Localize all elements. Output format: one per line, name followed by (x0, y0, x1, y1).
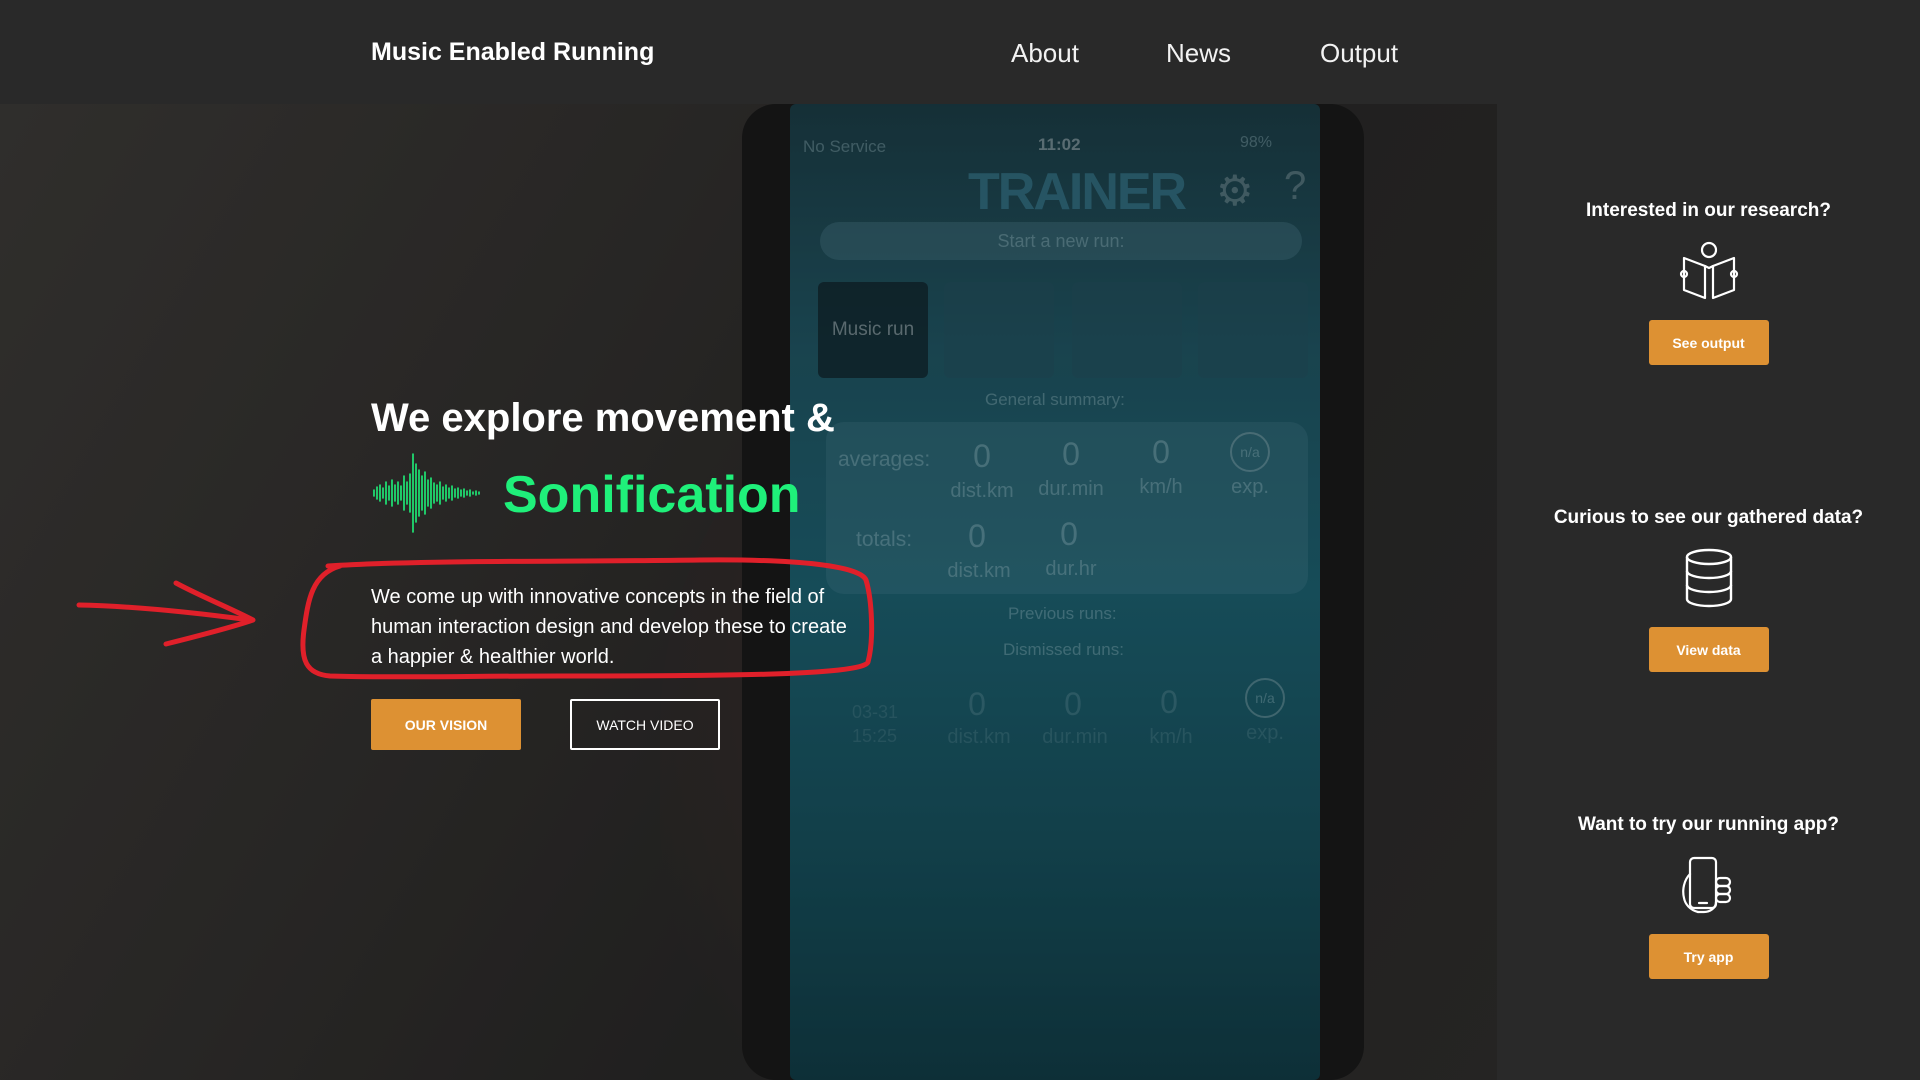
watch-video-button[interactable]: WATCH VIDEO (570, 699, 720, 750)
site-header: Music Enabled Running About News Output (0, 0, 1920, 104)
see-output-button[interactable]: See output (1648, 320, 1769, 365)
our-vision-button[interactable]: OUR VISION (371, 699, 521, 750)
nav-output-link[interactable]: Output (1320, 38, 1398, 69)
hero-description: We come up with innovative concepts in t… (371, 586, 847, 668)
cta-data: Curious to see our gathered data? View d… (1497, 507, 1920, 672)
view-data-button[interactable]: View data (1648, 627, 1769, 672)
phone-in-hand-icon (1681, 856, 1731, 914)
nav-about-link[interactable]: About (1011, 38, 1079, 69)
cta-app: Want to try our running app? Try app (1497, 814, 1920, 979)
cta-research: Interested in our research? See output (1497, 200, 1920, 365)
database-icon (1685, 548, 1732, 608)
nav-news-link[interactable]: News (1166, 38, 1231, 69)
hero-highlight-word: Sonification (503, 466, 801, 524)
hero-headline: We explore movement & (371, 396, 835, 440)
cta-data-title: Curious to see our gathered data? (1553, 507, 1864, 528)
cta-app-title: Want to try our running app? (1577, 814, 1840, 835)
sound-wave-icon (373, 453, 480, 533)
brand-logo-link[interactable]: Music Enabled Running (371, 38, 654, 67)
open-book-icon (1679, 241, 1738, 300)
cta-research-title: Interested in our research? (1586, 200, 1831, 221)
try-app-button[interactable]: Try app (1648, 934, 1769, 979)
page: No Service 11:02 98% TRAINER ⚙ ? Start a… (0, 0, 1920, 1080)
